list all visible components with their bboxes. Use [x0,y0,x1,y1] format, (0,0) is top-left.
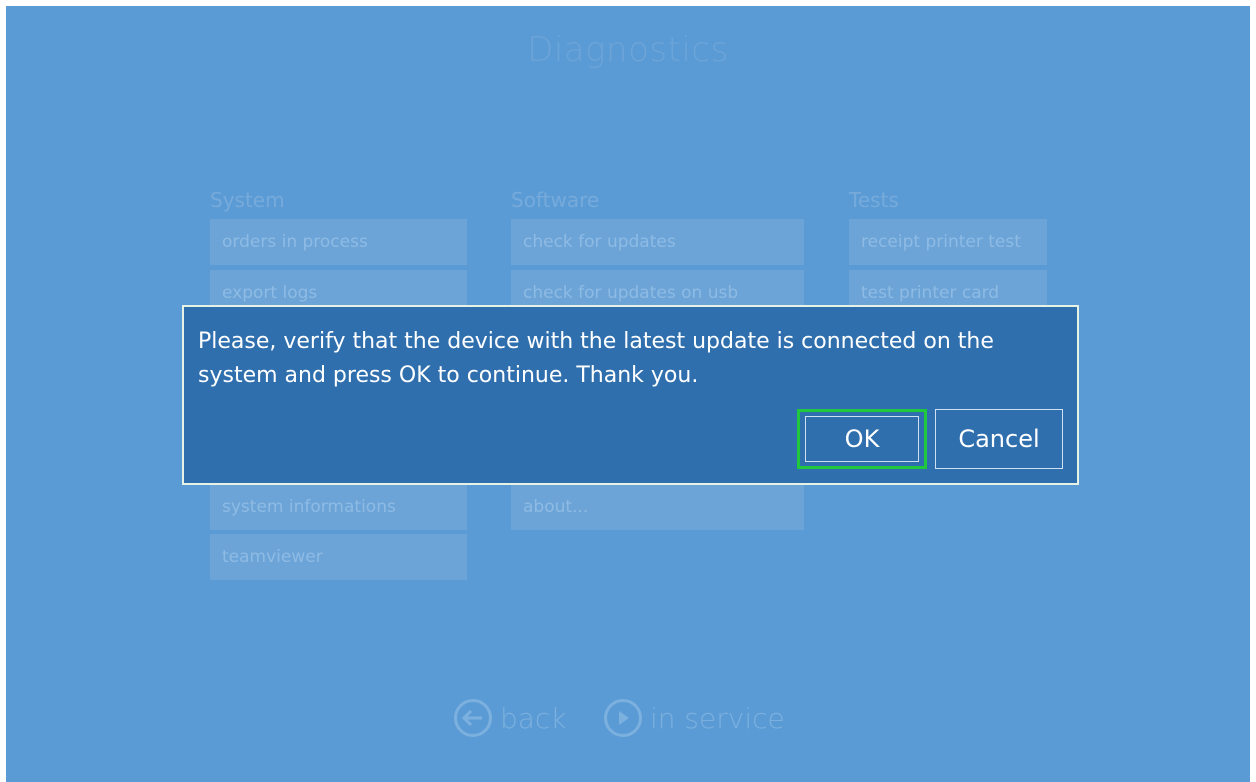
system-column-header: System [210,188,285,212]
software-column-header: Software [511,188,600,212]
play-circle-icon [604,699,642,737]
receipt-printer-test-tile[interactable]: receipt printer test [849,219,1047,265]
in-service-label: in service [650,701,785,735]
cancel-button[interactable]: Cancel [935,409,1063,469]
tests-column-header: Tests [849,188,899,212]
ok-button[interactable]: OK [797,409,927,469]
system-informations-tile[interactable]: system informations [210,484,467,530]
back-label: back [500,701,567,735]
arrow-left-circle-icon [454,699,492,737]
dialog-message: Please, verify that the device with the … [198,329,994,388]
orders-in-process-tile[interactable]: orders in process [210,219,467,265]
back-nav-button[interactable]: back [454,696,567,740]
update-confirm-dialog: Please, verify that the device with the … [182,305,1079,485]
check-for-updates-tile[interactable]: check for updates [511,219,804,265]
in-service-nav-button[interactable]: in service [604,696,785,740]
teamviewer-tile[interactable]: teamviewer [210,534,467,580]
page-title: Diagnostics [527,30,729,70]
ok-button-label: OK [805,416,919,462]
diagnostics-screen: Diagnostics System orders in process exp… [6,6,1250,782]
about-tile[interactable]: about... [511,484,804,530]
